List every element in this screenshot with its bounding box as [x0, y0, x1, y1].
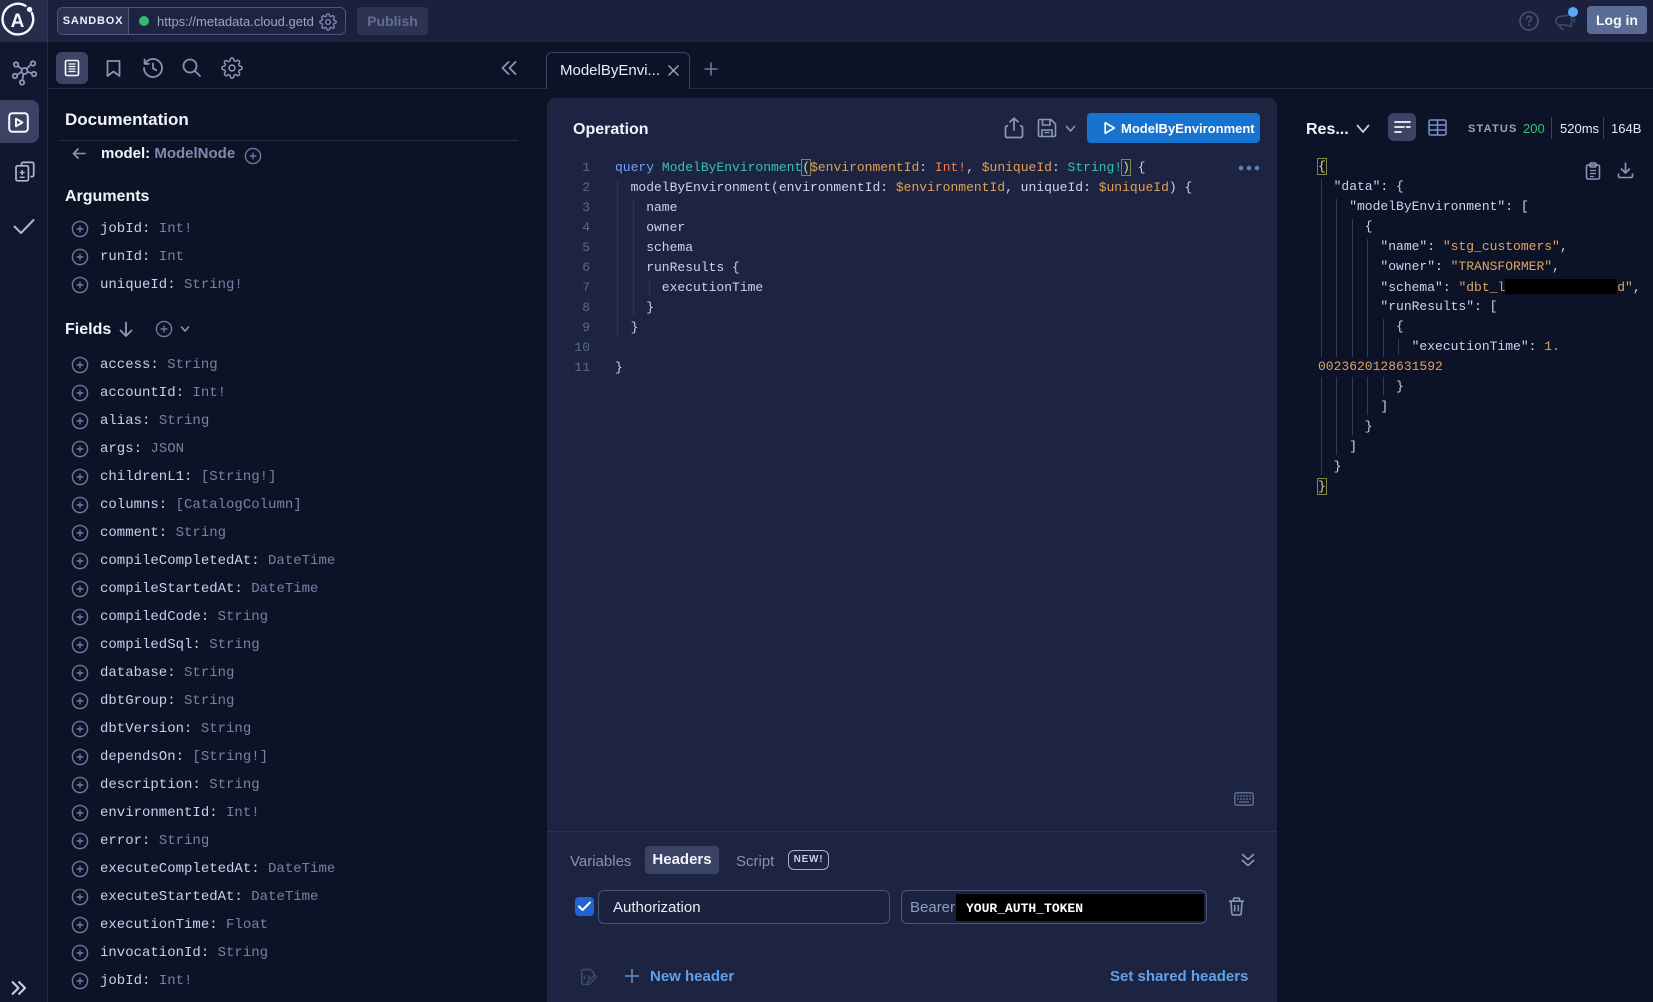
svg-text:A: A [11, 11, 25, 32]
